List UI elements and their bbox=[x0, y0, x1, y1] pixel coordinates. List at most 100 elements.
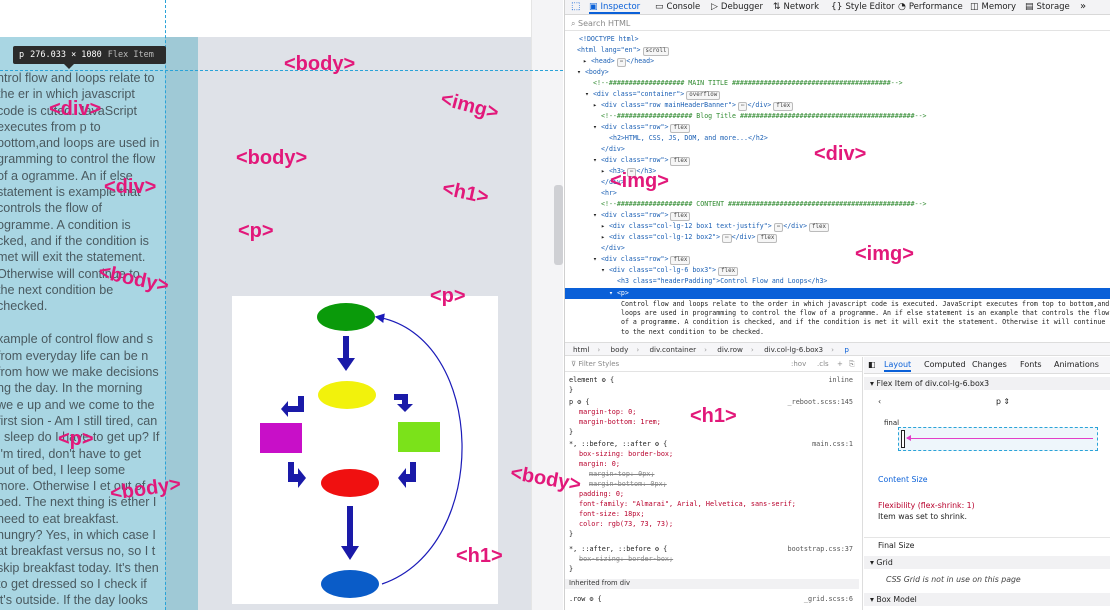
cls-button[interactable]: .cls bbox=[817, 357, 829, 372]
markup-line[interactable]: ▸ <div class="col-lg-12 box2"> ⋯ </div> fle… bbox=[565, 232, 1110, 243]
page-paragraph-block: ntrol flow and loops relate to the er in… bbox=[0, 70, 160, 610]
markup-line[interactable]: ▸ <head> ⋯ </head> bbox=[565, 56, 1110, 67]
breadcrumb-item[interactable]: div.col-lg-6.box3 bbox=[764, 345, 823, 354]
markup-line[interactable]: <h3 class="headerPadding">Control Flow a… bbox=[565, 276, 1110, 287]
overlay-tag-label: <div> bbox=[814, 143, 867, 165]
markup-line[interactable]: <html lang="en"> scroll bbox=[565, 45, 1110, 56]
markup-line[interactable]: <!--################### MAIN TITLE #####… bbox=[565, 78, 1110, 89]
storage-icon: ▤ bbox=[1025, 2, 1034, 12]
tab-changes[interactable]: Changes bbox=[972, 360, 1007, 372]
overlay-tag-label: <body> bbox=[236, 147, 308, 169]
tooltip-tag: p bbox=[19, 50, 25, 60]
tab-animations[interactable]: Animations bbox=[1054, 360, 1099, 372]
markup-line[interactable]: <!DOCTYPE html> bbox=[565, 34, 1110, 45]
rule-universal[interactable]: *, ::before, ::after ⚙ {main.css:1 bbox=[569, 440, 859, 450]
breadcrumb-item[interactable]: div.container bbox=[650, 345, 697, 354]
overlay-tag-label: <h1> bbox=[690, 405, 737, 427]
grid-section-header[interactable]: ▾ Grid bbox=[864, 556, 1110, 569]
css-declaration-overridden[interactable]: box-sizing: border-box; bbox=[569, 555, 859, 565]
element-picker-icon[interactable]: ⬚ bbox=[571, 1, 580, 12]
overlay-tag-label: <div> bbox=[104, 176, 157, 198]
arrow-merge-right-icon bbox=[398, 462, 416, 488]
css-declaration[interactable]: font-family: "Almarai", Arial, Helvetica… bbox=[569, 500, 859, 510]
flex-item-header[interactable]: ▾ Flex Item of div.col-lg-6.box3 bbox=[864, 377, 1110, 390]
min-size-marker bbox=[901, 430, 905, 448]
tab-debugger[interactable]: ▷ Debugger bbox=[711, 0, 763, 14]
rule-row[interactable]: .row ⚙ {_grid.scss:6 bbox=[569, 595, 859, 605]
more-tabs-chevron-icon[interactable]: » bbox=[1080, 0, 1086, 14]
markup-line[interactable]: ▾ <body> bbox=[565, 67, 1110, 78]
flow-start-node bbox=[317, 303, 375, 331]
markup-line-selected[interactable]: ▾ <p> bbox=[565, 288, 1110, 299]
overlay-tag-label: <div> bbox=[49, 98, 102, 120]
markup-line[interactable]: ▾ <div class="container"> overflow bbox=[565, 89, 1110, 100]
gear-icon: ⚙ bbox=[654, 545, 660, 553]
css-declaration-overridden[interactable]: margin-bottom: 0px; bbox=[569, 480, 859, 490]
add-rule-button[interactable]: + bbox=[837, 357, 843, 372]
tab-network[interactable]: ⇅ Network bbox=[773, 0, 819, 14]
html-search-input[interactable]: ⌕ Search HTML bbox=[565, 17, 1110, 31]
breadcrumb-item[interactable]: p bbox=[844, 345, 849, 354]
markup-line[interactable]: ▸ <div class="col-lg-12 box1 text-justif… bbox=[565, 221, 1110, 232]
css-declaration[interactable]: margin: 0; bbox=[569, 460, 859, 470]
page-scrollbar[interactable] bbox=[531, 0, 563, 610]
hov-button[interactable]: :hov bbox=[791, 357, 806, 372]
tab-storage[interactable]: ▤ Storage bbox=[1025, 0, 1070, 14]
css-declaration[interactable]: font-size: 18px; bbox=[569, 510, 859, 520]
tooltip-arrow-icon bbox=[64, 64, 74, 69]
page-viewport: ntrol flow and loops relate to the er in… bbox=[0, 0, 563, 610]
arrow-left-icon bbox=[906, 435, 911, 441]
tab-fonts[interactable]: Fonts bbox=[1020, 360, 1042, 372]
tab-inspector[interactable]: ▣ Inspector bbox=[589, 0, 641, 14]
tab-console[interactable]: ▭ Console bbox=[655, 0, 700, 14]
sidebar-toggle-icon[interactable]: ◧ bbox=[868, 360, 876, 372]
tab-layout[interactable]: Layout bbox=[884, 360, 912, 372]
markup-line[interactable]: <!--################### Blog Title #####… bbox=[565, 111, 1110, 122]
flow-decision-node bbox=[318, 381, 376, 409]
devtools-toolbar: ⬚ ▣ Inspector ▭ Console ▷ Debugger ⇅ Network… bbox=[565, 0, 1110, 15]
breadcrumb-item[interactable]: html bbox=[573, 345, 589, 354]
markup-line[interactable]: </div> bbox=[565, 243, 1110, 254]
devtools-panel: ⬚ ▣ Inspector ▭ Console ▷ Debugger ⇅ Network… bbox=[564, 0, 1110, 610]
gear-icon: ⚙ bbox=[654, 440, 660, 448]
gear-icon: ⚙ bbox=[589, 595, 594, 603]
grid-note: CSS Grid is not in use on this page bbox=[886, 575, 1021, 584]
css-declaration[interactable]: padding: 0; bbox=[569, 490, 859, 500]
chevron-left-icon[interactable]: ‹ bbox=[878, 397, 881, 406]
tooltip-kind: Flex Item bbox=[107, 50, 154, 60]
markup-line[interactable]: ▾ <div class="row"> flex bbox=[565, 254, 1110, 265]
markup-line[interactable]: ▾ <div class="row"> flex bbox=[565, 210, 1110, 221]
overlay-tag-label: <p> bbox=[430, 285, 466, 307]
breadcrumb-item[interactable]: body bbox=[611, 345, 629, 354]
flow-right-box bbox=[398, 422, 440, 452]
page-scrollbar-thumb[interactable] bbox=[554, 185, 563, 265]
copy-icon[interactable]: ⎘ bbox=[849, 357, 855, 372]
filter-styles-input[interactable]: ⊽ Filter Styles :hov .cls + ⎘ bbox=[565, 357, 862, 372]
layout-sidebar: ◧ Layout Computed Changes Fonts Animatio… bbox=[864, 357, 1110, 610]
flex-item-select[interactable]: p ⇕ bbox=[996, 397, 1010, 406]
box-model-section-header[interactable]: ▾ Box Model bbox=[864, 593, 1110, 606]
markup-line[interactable]: ▾ <div class="col-lg-6 box3"> flex bbox=[565, 265, 1110, 276]
markup-line[interactable]: ▾ <div class="row"> flex bbox=[565, 122, 1110, 133]
tab-computed[interactable]: Computed bbox=[924, 360, 966, 372]
tab-performance[interactable]: ◔ Performance bbox=[898, 0, 963, 14]
css-declaration[interactable]: box-sizing: border-box; bbox=[569, 450, 859, 460]
tab-style-editor[interactable]: {} Style Editor bbox=[831, 0, 895, 14]
breadcrumb-item[interactable]: div.row bbox=[717, 345, 743, 354]
inherited-header: Inherited from div bbox=[565, 579, 859, 589]
breadcrumb: html › body › div.container › div.row › div.… bbox=[565, 342, 1110, 356]
rule-universal-bootstrap[interactable]: *, ::after, ::before ⚙ {bootstrap.css:37 bbox=[569, 545, 859, 555]
overlay-tag-label: <img> bbox=[855, 243, 914, 265]
css-declaration-overridden[interactable]: margin-top: 0px; bbox=[569, 470, 859, 480]
rule-element[interactable]: element ⚙ {inline bbox=[569, 376, 859, 386]
markup-line[interactable]: ▸ <div class="row mainHeaderBanner"> ⋯ </d… bbox=[565, 100, 1110, 111]
selected-paragraph-text: Control flow and loops relate to the ord… bbox=[621, 300, 1110, 336]
markup-line[interactable]: <!--################### CONTENT ########… bbox=[565, 199, 1110, 210]
tab-memory[interactable]: ◫ Memory bbox=[970, 0, 1016, 14]
arrow-down-icon bbox=[337, 336, 355, 371]
memory-icon: ◫ bbox=[970, 2, 979, 12]
overlay-tag-label: <p> bbox=[238, 220, 274, 242]
shrink-note: Item was set to shrink. bbox=[878, 512, 967, 521]
css-declaration[interactable]: color: rgb(73, 73, 73); bbox=[569, 520, 859, 530]
final-size-label: Final Size bbox=[864, 537, 1110, 550]
